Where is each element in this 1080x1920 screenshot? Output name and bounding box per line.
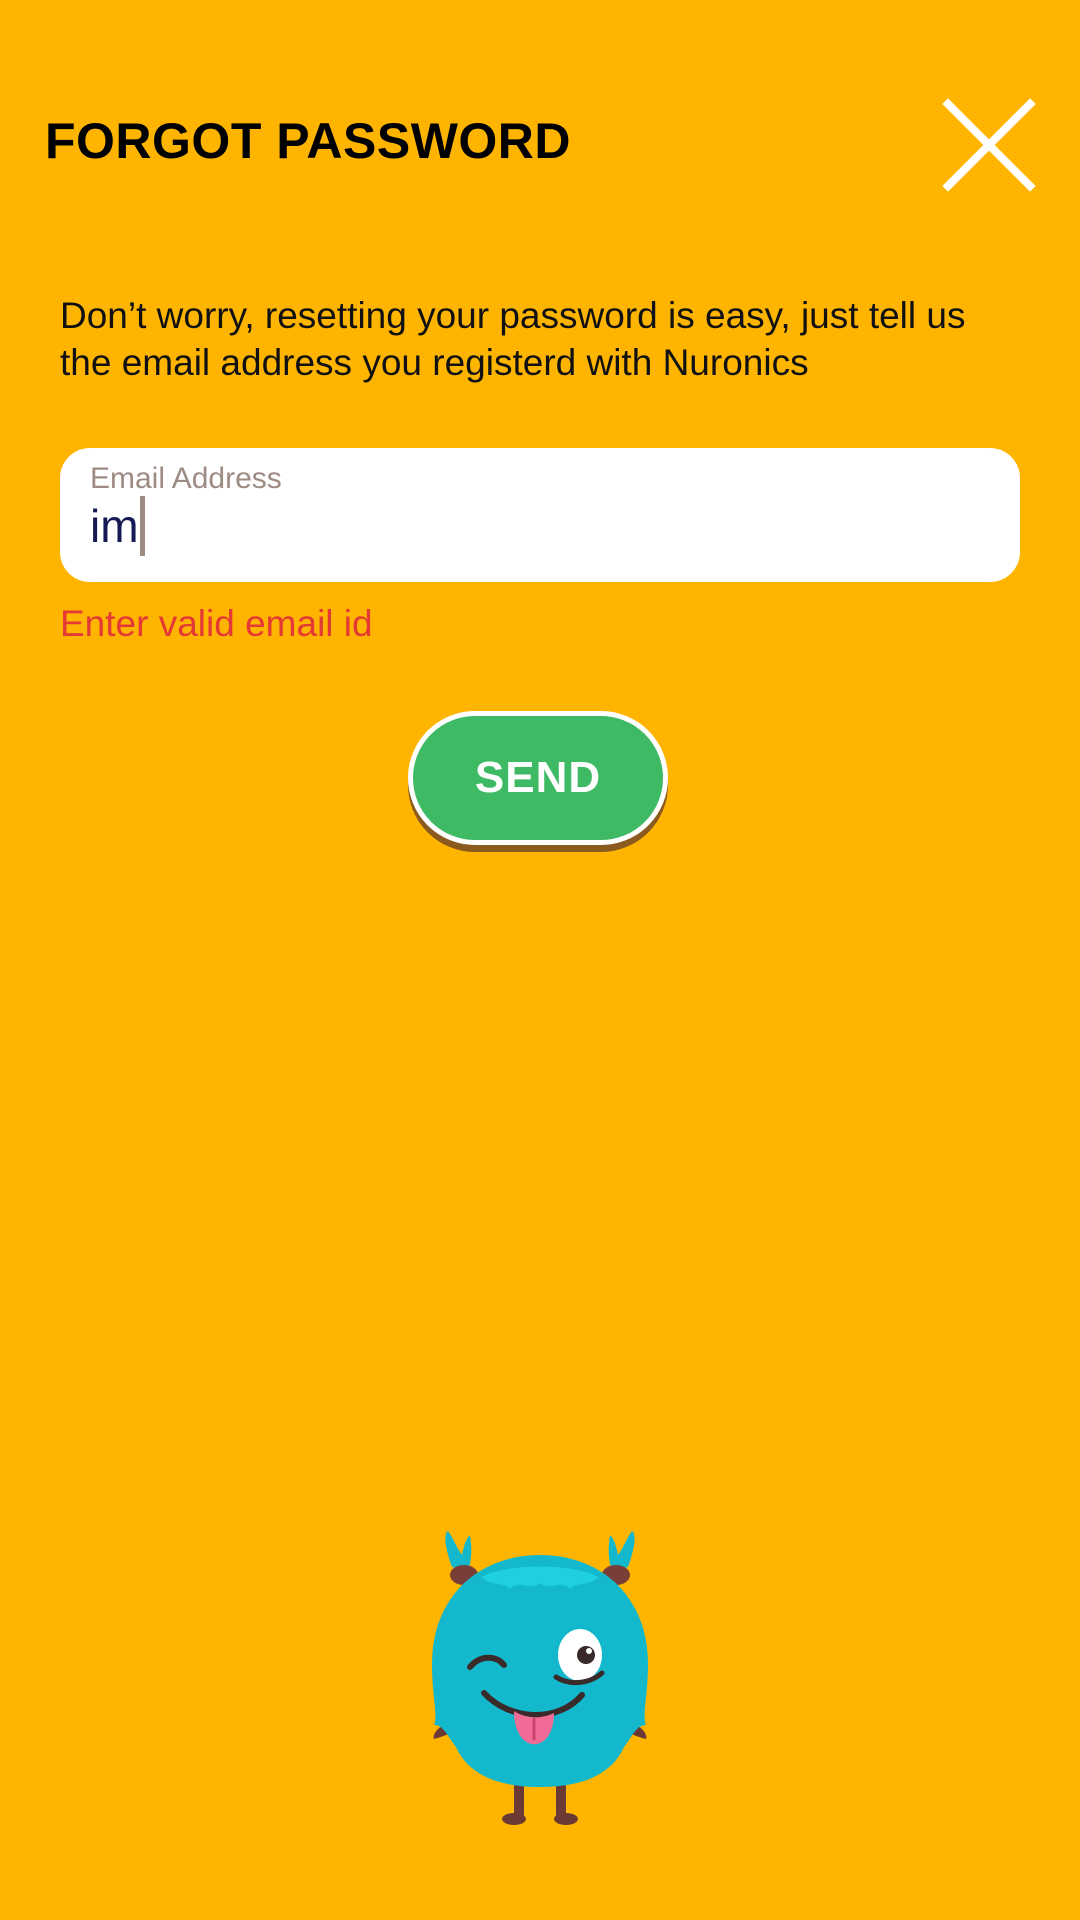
send-button[interactable]: SEND — [408, 711, 668, 845]
description-text: Don’t worry, resetting your password is … — [60, 295, 966, 383]
error-message: Enter valid email id — [60, 603, 373, 644]
email-field-label: Email Address — [90, 462, 282, 495]
email-input-value: im — [90, 500, 139, 552]
monster-mascot — [410, 1525, 670, 1835]
monster-mascot-icon — [432, 1531, 648, 1825]
text-caret — [139, 496, 145, 556]
send-button-label: SEND — [474, 753, 602, 802]
forgot-password-screen: FORGOT PASSWORD Don’t worry, resetting y… — [0, 0, 1080, 1920]
close-button[interactable] — [942, 98, 1036, 192]
email-field[interactable]: Email Address im — [60, 448, 1020, 582]
page-title: FORGOT PASSWORD — [45, 113, 572, 169]
email-input[interactable]: im — [90, 494, 145, 558]
close-icon — [942, 98, 1036, 192]
